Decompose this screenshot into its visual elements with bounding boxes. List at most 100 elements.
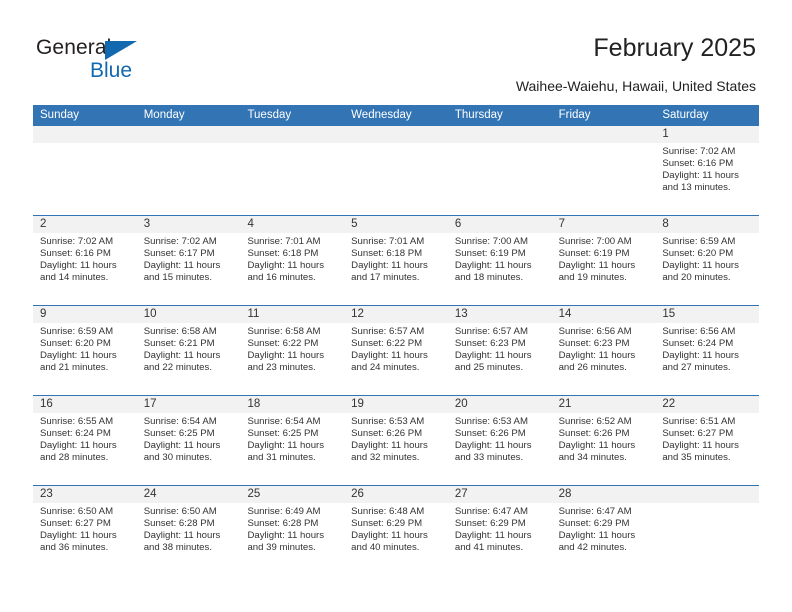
calendar-week-row: 9 Sunrise: 6:59 AM Sunset: 6:20 PM Daylight… [33,306,760,396]
day-number: 26 [351,488,364,500]
sunset-text: Sunset: 6:27 PM [662,428,734,440]
calendar-day-cell[interactable]: 16 Sunrise: 6:55 AM Sunset: 6:24 PM Dayligh… [33,396,137,485]
day-number-band: 17 [136,396,241,413]
calendar-week-row: 23 Sunrise: 6:50 AM Sunset: 6:27 PM Dayligh… [33,486,760,576]
day-number-band: 5 [344,216,448,233]
calendar-day-cell[interactable]: 24 Sunrise: 6:50 AM Sunset: 6:28 PM Dayligh… [136,486,241,576]
calendar-day-cell[interactable]: 13 Sunrise: 6:57 AM Sunset: 6:23 PM Dayligh… [447,306,552,395]
daylight-text: Daylight: 11 hours and 16 minutes. [247,260,325,284]
daylight-text: Daylight: 11 hours and 23 minutes. [247,350,325,374]
general-blue-logo[interactable]: General Blue [36,36,196,86]
day-number: 21 [558,398,572,410]
calendar-day-cell[interactable]: 3 Sunrise: 7:02 AM Sunset: 6:17 PM Daylight… [136,216,241,305]
daylight-text: Daylight: 11 hours and 18 minutes. [454,260,532,284]
calendar-day-cell[interactable]: 10 Sunrise: 6:58 AM Sunset: 6:21 PM Dayligh… [136,306,241,395]
calendar-table: Sunday Monday Tuesday Wednesday Thursday… [33,105,760,576]
sunrise-text: Sunrise: 6:47 AM [454,506,528,517]
sunrise-text: Sunrise: 7:00 AM [454,236,528,247]
weekday-header-wednesday: Wednesday [351,109,412,121]
sunset-text: Sunset: 6:22 PM [351,338,423,350]
calendar-page: General Blue February 2025 Waihee-Waiehu… [0,0,792,612]
calendar-day-cell[interactable]: 23 Sunrise: 6:50 AM Sunset: 6:27 PM Dayligh… [33,486,137,576]
day-number-band: 14 [551,306,656,323]
day-info: Sunrise: 6:47 AM Sunset: 6:29 PM Daylight:… [552,503,656,554]
day-info: Sunrise: 7:01 AM Sunset: 6:18 PM Daylight:… [240,233,344,284]
day-number: 1 [662,128,669,140]
calendar-day-cell[interactable]: 20 Sunrise: 6:53 AM Sunset: 6:26 PM Dayligh… [447,396,552,485]
sunset-text: Sunset: 6:16 PM [40,248,111,260]
sunset-text: Sunset: 6:24 PM [662,338,734,350]
logo-text-blue: Blue [90,59,133,82]
day-number: 17 [143,398,157,410]
weekday-header-sunday: Sunday [40,109,80,121]
day-info: Sunrise: 7:00 AM Sunset: 6:19 PM Daylight:… [448,233,552,284]
calendar-day-cell[interactable]: 21 Sunrise: 6:52 AM Sunset: 6:26 PM Dayligh… [551,396,656,485]
calendar-day-cell[interactable]: 27 Sunrise: 6:47 AM Sunset: 6:29 PM Dayligh… [447,486,552,576]
calendar-day-cell[interactable]: 14 Sunrise: 6:56 AM Sunset: 6:23 PM Dayligh… [551,306,656,395]
calendar-day-cell-empty [655,486,760,576]
calendar-day-cell[interactable]: 11 Sunrise: 6:58 AM Sunset: 6:22 PM Dayligh… [240,306,345,395]
sunset-text: Sunset: 6:16 PM [662,158,734,170]
day-info: Sunrise: 6:57 AM Sunset: 6:23 PM Daylight:… [448,323,552,374]
calendar-day-cell[interactable]: 6 Sunrise: 7:00 AM Sunset: 6:19 PM Daylight… [447,216,552,305]
day-info: Sunrise: 6:56 AM Sunset: 6:24 PM Daylight:… [655,323,759,374]
sunrise-text: Sunrise: 6:54 AM [143,416,217,427]
calendar-day-cell[interactable]: 7 Sunrise: 7:00 AM Sunset: 6:19 PM Daylight… [551,216,656,305]
calendar-day-cell[interactable]: 25 Sunrise: 6:49 AM Sunset: 6:28 PM Dayligh… [240,486,345,576]
calendar-day-cell[interactable]: 2 Sunrise: 7:02 AM Sunset: 6:16 PM Daylight… [33,216,137,305]
weekday-header-row: Sunday Monday Tuesday Wednesday Thursday… [33,105,759,126]
day-number: 14 [558,308,572,320]
sunrise-text: Sunrise: 6:53 AM [454,416,528,427]
sunrise-text: Sunrise: 6:57 AM [454,326,528,337]
calendar-day-cell[interactable]: 5 Sunrise: 7:01 AM Sunset: 6:18 PM Daylight… [344,216,448,305]
sunset-text: Sunset: 6:23 PM [454,338,526,350]
calendar-day-cell[interactable]: 12 Sunrise: 6:57 AM Sunset: 6:22 PM Dayligh… [344,306,448,395]
day-number: 27 [454,488,468,500]
sunset-text: Sunset: 6:21 PM [143,338,215,350]
day-number: 7 [558,218,565,230]
day-info: Sunrise: 7:02 AM Sunset: 6:16 PM Daylight:… [655,143,759,194]
day-number-band: 21 [551,396,656,413]
calendar-day-cell[interactable]: 19 Sunrise: 6:53 AM Sunset: 6:26 PM Dayligh… [344,396,448,485]
day-number: 6 [454,218,462,230]
calendar-day-cell[interactable]: 9 Sunrise: 6:59 AM Sunset: 6:20 PM Daylight… [33,306,137,395]
calendar-day-cell[interactable]: 17 Sunrise: 6:54 AM Sunset: 6:25 PM Dayligh… [136,396,241,485]
daylight-text: Daylight: 11 hours and 26 minutes. [558,350,636,374]
day-number: 24 [143,488,157,500]
calendar-day-cell[interactable]: 8 Sunrise: 6:59 AM Sunset: 6:20 PM Daylight… [655,216,760,305]
day-number: 15 [662,308,676,320]
sunset-text: Sunset: 6:25 PM [247,428,319,440]
day-info: Sunrise: 6:58 AM Sunset: 6:22 PM Daylight:… [240,323,344,374]
calendar-day-cell[interactable]: 26 Sunrise: 6:48 AM Sunset: 6:29 PM Dayligh… [344,486,448,576]
calendar-day-cell[interactable]: 18 Sunrise: 6:54 AM Sunset: 6:25 PM Dayligh… [240,396,345,485]
logo-text-general: General [36,36,112,59]
day-info: Sunrise: 6:54 AM Sunset: 6:25 PM Daylight:… [240,413,344,464]
day-number-band: 25 [240,486,345,503]
day-number: 16 [40,398,53,410]
day-info: Sunrise: 7:02 AM Sunset: 6:16 PM Daylight:… [33,233,137,284]
weekday-header-saturday: Saturday [662,109,709,121]
daylight-text: Daylight: 11 hours and 40 minutes. [351,530,428,554]
calendar-day-cell[interactable]: 15 Sunrise: 6:56 AM Sunset: 6:24 PM Dayligh… [655,306,760,395]
day-number-band: 15 [655,306,760,323]
daylight-text: Daylight: 11 hours and 13 minutes. [662,170,739,194]
sunset-text: Sunset: 6:28 PM [143,518,215,530]
calendar-day-cell-empty [33,126,137,215]
calendar-day-cell[interactable]: 1 Sunrise: 7:02 AM Sunset: 6:16 PM Daylight… [655,126,760,215]
sunrise-text: Sunrise: 6:57 AM [351,326,425,337]
calendar-day-cell[interactable]: 22 Sunrise: 6:51 AM Sunset: 6:27 PM Dayligh… [655,396,760,485]
day-info: Sunrise: 6:59 AM Sunset: 6:20 PM Daylight:… [655,233,759,284]
day-number-band [655,486,760,503]
day-number: 20 [454,398,468,410]
sunrise-text: Sunrise: 6:50 AM [143,506,217,517]
calendar-weeks: 1 Sunrise: 7:02 AM Sunset: 6:16 PM Daylight… [33,126,760,576]
day-number-band [447,126,552,143]
sunrise-text: Sunrise: 6:50 AM [40,506,114,517]
day-number-band: 22 [655,396,760,413]
day-number-band [551,126,656,143]
calendar-day-cell[interactable]: 4 Sunrise: 7:01 AM Sunset: 6:18 PM Daylight… [240,216,345,305]
day-info: Sunrise: 6:48 AM Sunset: 6:29 PM Daylight:… [344,503,448,554]
daylight-text: Daylight: 11 hours and 38 minutes. [143,530,221,554]
calendar-day-cell[interactable]: 28 Sunrise: 6:47 AM Sunset: 6:29 PM Dayligh… [551,486,656,576]
day-info: Sunrise: 6:52 AM Sunset: 6:26 PM Daylight:… [552,413,656,464]
